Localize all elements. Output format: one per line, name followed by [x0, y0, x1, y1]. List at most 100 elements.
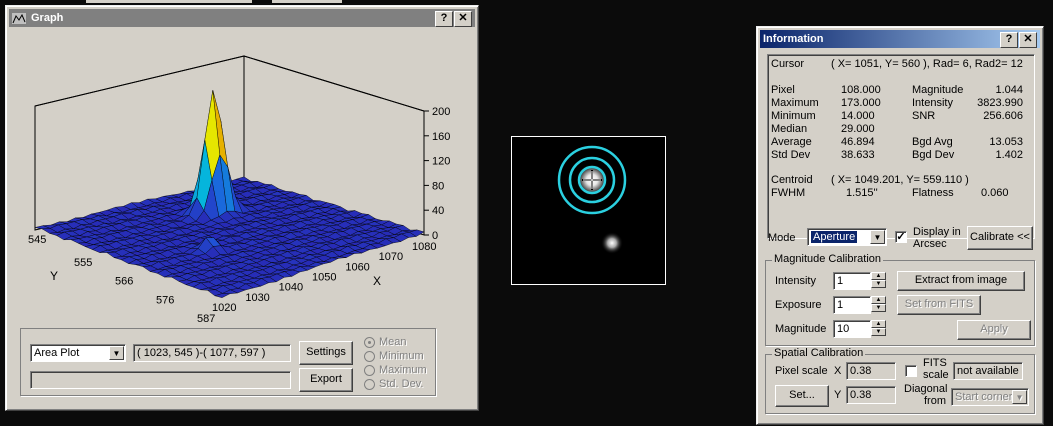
radio-maximum-label: Maximum — [379, 364, 427, 376]
stat-label: Maximum — [771, 97, 819, 109]
radio-maximum[interactable] — [364, 365, 375, 376]
stat-value: 256.606 — [983, 110, 1023, 122]
export-button[interactable]: Export — [299, 368, 353, 392]
mode-label: Mode — [768, 232, 796, 244]
z-tick-label: 160 — [432, 131, 450, 143]
centroid-value: ( X= 1049.201, Y= 559.110 ) — [831, 174, 969, 186]
magnitude-calibration-legend: Magnitude Calibration — [772, 253, 884, 265]
fits-scale-status: not available — [953, 362, 1023, 380]
set-scale-button[interactable]: Set... — [775, 385, 829, 407]
radio-std-dev-label: Std. Dev. — [379, 378, 424, 390]
star-image — [557, 145, 627, 254]
radio-minimum[interactable] — [364, 351, 375, 362]
stat-label: Magnitude — [912, 84, 964, 96]
status-display — [30, 371, 291, 389]
fits-scale-checkbox[interactable] — [905, 365, 917, 377]
stat-label: Minimum — [771, 110, 816, 122]
magnitude-label: Magnitude — [775, 323, 827, 335]
apply-button[interactable]: Apply — [957, 320, 1031, 340]
y-tick-label: 587 — [197, 313, 215, 323]
info-close-button[interactable]: ✕ — [1019, 32, 1037, 48]
plot-type-value: Area Plot — [34, 347, 80, 359]
info-title-bar[interactable]: Information ? ✕ — [760, 30, 1040, 48]
magnitude-stepper[interactable]: ▲ ▼ — [871, 320, 886, 336]
surface-plot-area: 200 160 120 80 40 0 545 555 566 576 587 Y 1020 1030 10… — [12, 30, 469, 323]
graph-title-bar[interactable]: Graph ? ✕ — [9, 9, 475, 27]
display-arcsec-label-2: Arcsec — [913, 238, 947, 250]
centroid-label: Centroid — [771, 174, 813, 186]
x-tick-label: 1060 — [345, 261, 369, 273]
intensity-label: Intensity — [775, 275, 816, 287]
star-image-view[interactable] — [511, 136, 666, 285]
plot-type-select[interactable]: Area Plot ▼ — [30, 344, 126, 362]
x-axis-label: X — [373, 274, 381, 288]
mode-select[interactable]: Aperture ▼ — [807, 228, 887, 246]
y-tick-label: 576 — [156, 294, 174, 306]
pixel-scale-x-field: 0.38 — [846, 362, 896, 380]
start-corner-value: Start corner — [955, 391, 1013, 403]
flatness-label: Flatness — [912, 187, 954, 199]
exposure-input[interactable]: 1 — [833, 296, 871, 314]
fits-scale-label-2: scale — [923, 369, 949, 381]
pixel-scale-x-label: X — [834, 365, 842, 377]
x-tick-label: 1030 — [245, 292, 269, 304]
z-tick-label: 200 — [432, 106, 450, 118]
radio-minimum-label: Minimum — [379, 350, 424, 362]
stat-label: Intensity — [912, 97, 953, 109]
x-tick-label: 1020 — [212, 302, 236, 314]
extract-from-image-button[interactable]: Extract from image — [897, 271, 1025, 291]
stat-label: Std Dev — [771, 149, 811, 161]
stat-value: 14.000 — [841, 110, 875, 122]
x-tick-label: 1040 — [279, 282, 303, 294]
x-tick-label: 1080 — [412, 241, 436, 253]
diagonal-label-1: Diagonal — [904, 383, 948, 395]
z-tick-label: 120 — [432, 156, 450, 168]
stat-value: 38.633 — [841, 149, 875, 161]
graph-window-icon — [12, 12, 26, 24]
chevron-down-icon[interactable]: ▼ — [870, 230, 885, 244]
stat-label: SNR — [912, 110, 936, 122]
intensity-input[interactable]: 1 — [833, 272, 871, 290]
stat-value: 108.000 — [841, 84, 881, 96]
y-tick-label: 566 — [115, 276, 133, 288]
cursor-value: ( X= 1051, Y= 560 ), Rad= 6, Rad2= 12 — [831, 58, 1023, 70]
display-arcsec-label-1: Display in — [913, 226, 961, 238]
y-tick-label: 555 — [74, 257, 92, 269]
z-tick-label: 40 — [432, 205, 444, 217]
pixel-scale-y-label: Y — [834, 389, 842, 401]
stat-value: 1.044 — [995, 84, 1023, 96]
stat-value: 13.053 — [989, 136, 1023, 148]
radio-std-dev[interactable] — [364, 379, 375, 390]
chevron-down-icon[interactable]: ▼ — [1012, 390, 1027, 404]
graph-help-button[interactable]: ? — [435, 11, 453, 27]
stat-label: Pixel — [771, 84, 795, 96]
z-tick-label: 80 — [432, 180, 444, 192]
radio-mean-label: Mean — [379, 336, 407, 348]
start-corner-select[interactable]: Start corner ▼ — [951, 388, 1029, 406]
magnitude-input[interactable]: 10 — [833, 320, 871, 338]
set-from-fits-button[interactable]: Set from FITS — [897, 295, 981, 315]
graph-close-button[interactable]: ✕ — [454, 11, 472, 27]
info-help-button[interactable]: ? — [1000, 32, 1018, 48]
fits-scale-label-1: FITS — [923, 357, 947, 369]
y-tick-label: 545 — [28, 234, 46, 246]
chevron-down-icon[interactable]: ▼ — [109, 346, 124, 360]
exposure-label: Exposure — [775, 299, 822, 311]
diagonal-label-2: from — [924, 395, 946, 407]
stat-label: Bgd Dev — [912, 149, 955, 161]
exposure-stepper[interactable]: ▲ ▼ — [871, 296, 886, 312]
settings-button[interactable]: Settings — [299, 341, 353, 365]
info-window-title: Information — [763, 33, 824, 45]
radio-mean[interactable] — [364, 337, 375, 348]
calibrate-button[interactable]: Calibrate << — [967, 226, 1033, 250]
graph-window-title: Graph — [31, 12, 64, 24]
mode-value: Aperture — [811, 231, 858, 243]
display-arcsec-checkbox[interactable]: ✓ — [895, 231, 907, 243]
pixel-scale-y-field: 0.38 — [846, 386, 896, 404]
surface-plot: 20016012080400545555566576587Y1020103010… — [28, 55, 450, 323]
stat-value: 29.000 — [841, 123, 875, 135]
stat-value: 46.894 — [841, 136, 875, 148]
intensity-stepper[interactable]: ▲ ▼ — [871, 272, 886, 288]
stat-value: 1.402 — [995, 149, 1023, 161]
x-tick-label: 1050 — [312, 272, 336, 284]
